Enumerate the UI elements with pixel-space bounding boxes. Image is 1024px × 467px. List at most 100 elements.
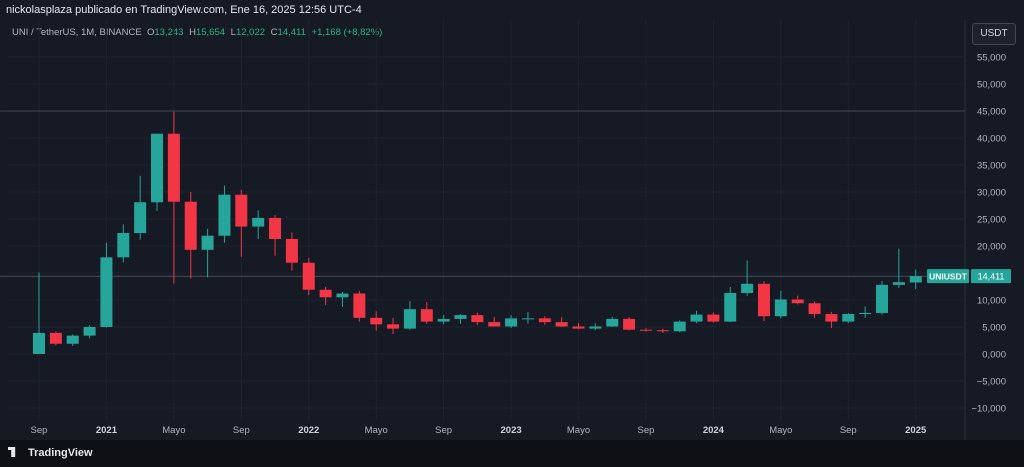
candle-body <box>184 201 197 250</box>
x-tick-label: Mayo <box>365 425 388 436</box>
candle-body <box>403 309 416 329</box>
x-tick-label: 2025 <box>905 425 927 436</box>
x-tick-label: 2023 <box>501 425 522 436</box>
candle <box>656 328 669 333</box>
candle <box>774 290 787 319</box>
candle <box>842 312 855 324</box>
candle <box>707 312 720 323</box>
candle <box>336 291 349 308</box>
y-tick-label: 55,000 <box>977 53 1006 64</box>
candle-body <box>302 262 315 290</box>
candle-body <box>808 303 821 315</box>
candle-body <box>909 276 922 283</box>
y-tick-label: 5,000 <box>982 323 1006 334</box>
candle-body <box>33 332 45 354</box>
candle-body <box>471 315 484 323</box>
candle-body <box>538 318 551 323</box>
candle <box>876 281 888 315</box>
candle <box>184 192 197 279</box>
candle-body <box>521 318 534 320</box>
last-price-symbol: UNIUSDT <box>929 272 968 282</box>
candle <box>269 215 282 256</box>
candle-body <box>370 317 383 325</box>
price-chart[interactable]: 55,000 50,000 45,000 40,000 35,000 30,000 25,0… <box>0 0 1024 440</box>
candle <box>235 189 248 257</box>
x-axis: Sep 2021 Mayo Sep 2022 Mayo Sep 2023 Mayo Sep 2024… <box>31 425 927 436</box>
candle <box>33 272 45 354</box>
candle <box>471 312 484 326</box>
candle <box>724 287 737 323</box>
candle <box>117 224 130 263</box>
candle <box>909 269 922 290</box>
y-tick-label: 25,000 <box>977 215 1006 226</box>
candle <box>83 325 96 339</box>
candle <box>673 320 686 333</box>
candle-body <box>876 284 888 313</box>
y-tick-label: 45,000 <box>977 107 1006 118</box>
tradingview-logo[interactable]: TradingView <box>8 447 93 459</box>
candle-body <box>690 314 703 322</box>
candle <box>100 242 113 328</box>
candle <box>859 306 872 318</box>
candle-body <box>673 321 686 332</box>
candle-body <box>724 292 737 322</box>
x-tick-label: Sep <box>840 425 857 436</box>
candles <box>33 111 922 354</box>
candle <box>892 248 905 289</box>
x-tick-label: 2024 <box>703 425 725 436</box>
candle <box>741 260 754 296</box>
y-tick-label: 30,000 <box>977 188 1006 199</box>
candle-body <box>707 314 720 322</box>
y-tick-label: 40,000 <box>977 134 1006 145</box>
candle <box>505 315 518 329</box>
candle-body <box>319 289 332 298</box>
candle-body <box>387 324 400 329</box>
candle-body <box>488 322 501 327</box>
candle-body <box>83 327 96 336</box>
x-tick-label: Sep <box>31 425 48 436</box>
candle-body <box>572 326 585 329</box>
y-tick-label: 10,000 <box>977 296 1006 307</box>
y-tick-label: 35,000 <box>977 161 1006 172</box>
candle <box>639 328 652 332</box>
candle-body <box>639 329 652 331</box>
candle <box>690 310 703 324</box>
x-tick-label: Mayo <box>567 425 590 436</box>
candle-body <box>420 309 433 322</box>
x-tick-label: Sep <box>435 425 452 436</box>
candle-body <box>623 318 636 330</box>
candle-body <box>589 326 602 329</box>
candle-body <box>167 133 180 202</box>
candle <box>757 281 770 322</box>
candle <box>488 316 501 327</box>
candle-body <box>100 257 113 327</box>
candle-body <box>252 217 265 227</box>
candle-body <box>757 283 770 317</box>
candle <box>285 232 298 271</box>
reference-lines <box>0 110 965 277</box>
candle <box>319 287 332 305</box>
candle <box>134 175 147 240</box>
candle <box>370 311 383 331</box>
candle <box>454 314 467 324</box>
candle-body <box>134 202 147 234</box>
chart-grid <box>8 20 966 440</box>
y-tick-label: −10,000 <box>971 404 1006 415</box>
x-tick-label: 2021 <box>96 425 118 436</box>
candle <box>808 301 821 318</box>
tradingview-logo-icon <box>8 447 16 457</box>
x-tick-label: Mayo <box>162 425 185 436</box>
candle-body <box>218 194 231 236</box>
candle-body <box>66 335 79 344</box>
candle-body <box>437 318 450 322</box>
candle-body <box>151 133 164 203</box>
candle <box>403 301 416 330</box>
x-tick-label: Mayo <box>769 425 792 436</box>
candle <box>151 133 164 211</box>
candle-body <box>505 318 518 327</box>
candle <box>252 210 265 239</box>
candle <box>437 315 450 325</box>
candle-body <box>892 282 905 285</box>
candle-body <box>49 332 62 344</box>
candle <box>387 317 400 335</box>
